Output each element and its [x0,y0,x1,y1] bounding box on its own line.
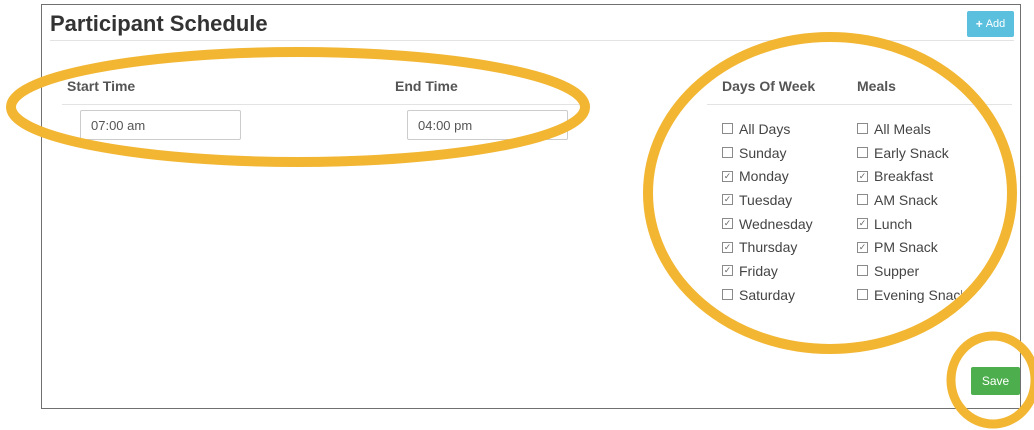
add-button-label: Add [985,18,1006,30]
meal-label: Breakfast [874,168,934,185]
meal-label: Supper [874,262,920,279]
meal-checkbox[interactable]: Early Snack [857,141,962,165]
checkbox-checked-icon[interactable]: ✓ [857,170,868,182]
meal-checkbox[interactable]: ✓ PM Snack [857,235,962,259]
meal-checkbox[interactable]: All Meals [857,117,962,141]
checkbox-checked-icon[interactable]: ✓ [722,170,733,182]
checkbox-unchecked-icon[interactable] [857,265,868,277]
day-label: Friday [739,262,778,279]
add-button[interactable]: + Add [967,11,1014,37]
checkbox-checked-icon[interactable]: ✓ [722,218,733,230]
day-label: Wednesday [739,215,813,232]
checkbox-checked-icon[interactable]: ✓ [722,241,733,253]
checkbox-unchecked-icon[interactable] [857,147,868,159]
checkbox-unchecked-icon[interactable] [722,147,733,159]
day-label: Thursday [739,239,798,256]
day-checkbox[interactable]: ✓ Thursday [722,235,813,259]
day-checkbox[interactable]: ✓ Friday [722,259,813,283]
start-time-input[interactable] [80,110,241,140]
checkbox-unchecked-icon[interactable] [722,123,733,135]
day-checkbox[interactable]: ✓ Wednesday [722,212,813,236]
meal-checkbox[interactable]: Supper [857,259,962,283]
day-label: All Days [739,120,791,137]
checkbox-unchecked-icon[interactable] [857,123,868,135]
day-checkbox[interactable]: ✓ Monday [722,164,813,188]
meals-header: Meals [857,78,896,94]
day-label: Sunday [739,144,787,161]
day-checkbox[interactable]: All Days [722,117,813,141]
meal-label: All Meals [874,120,931,137]
plus-icon: + [975,17,983,31]
day-checkbox[interactable]: Saturday [722,283,813,307]
checkbox-unchecked-icon[interactable] [857,289,868,301]
checkbox-checked-icon[interactable]: ✓ [722,194,733,206]
meal-checkbox[interactable]: ✓ Breakfast [857,164,962,188]
meals-list: All Meals Early Snack ✓ Breakfast AM Snack ✓ L… [857,117,962,307]
day-checkbox[interactable]: ✓ Tuesday [722,188,813,212]
day-label: Tuesday [739,191,793,208]
save-button[interactable]: Save [971,367,1020,395]
days-meals-header-divider [707,104,1012,105]
checkbox-unchecked-icon[interactable] [857,194,868,206]
day-checkbox[interactable]: Sunday [722,141,813,165]
days-of-week-list: All Days Sunday ✓ Monday ✓ Tuesday ✓ Wednesday ✓… [722,117,813,307]
checkbox-unchecked-icon[interactable] [722,289,733,301]
end-time-input[interactable] [407,110,568,140]
meal-label: Lunch [874,215,913,232]
checkbox-checked-icon[interactable]: ✓ [857,218,868,230]
page-title: Participant Schedule [50,11,268,36]
time-header-divider [62,104,590,105]
participant-schedule-panel: Participant Schedule + Add Start Time En… [41,4,1021,409]
end-time-header: End Time [395,78,458,94]
checkbox-checked-icon[interactable]: ✓ [722,265,733,277]
meal-label: Evening Snack [874,286,962,303]
day-label: Monday [739,168,789,185]
meal-checkbox[interactable]: ✓ Lunch [857,212,962,236]
title-divider [50,40,1014,41]
day-label: Saturday [739,286,796,303]
days-of-week-header: Days Of Week [722,78,816,94]
meal-checkbox[interactable]: AM Snack [857,188,962,212]
meal-checkbox[interactable]: Evening Snack [857,283,962,307]
meal-label: PM Snack [874,239,938,256]
meal-label: AM Snack [874,191,938,208]
checkbox-checked-icon[interactable]: ✓ [857,241,868,253]
meal-label: Early Snack [874,144,949,161]
start-time-header: Start Time [67,78,136,94]
